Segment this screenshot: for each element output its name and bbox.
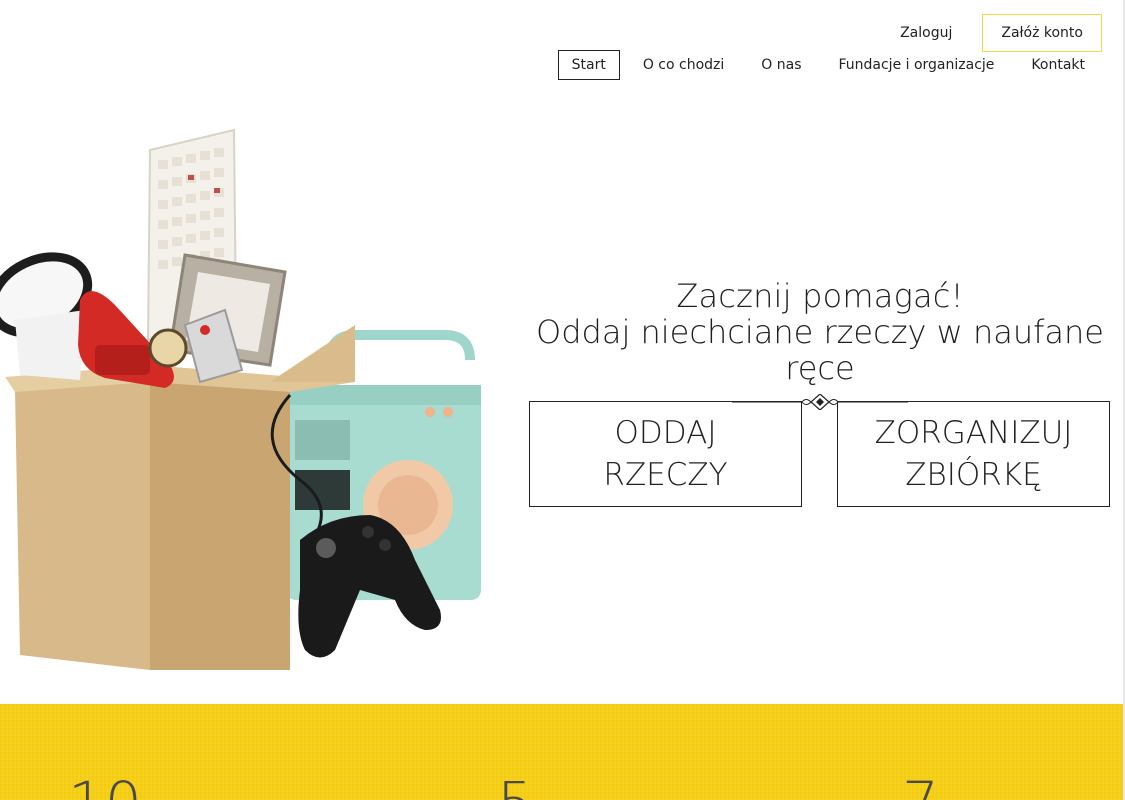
nav-item-contact[interactable]: Kontakt <box>1017 50 1099 80</box>
stat-value-3: 7 <box>902 774 939 800</box>
organize-collection-label: ZORGANIZUJ ZBIÓRKĘ <box>874 415 1073 493</box>
stat-value-2: 5 <box>497 774 534 800</box>
nav-item-about-us[interactable]: O nas <box>747 50 815 80</box>
main-nav: Start O co chodzi O nas Fundacje i organ… <box>549 50 1099 80</box>
register-button[interactable]: Załóż konto <box>982 14 1102 52</box>
give-items-label: ODDAJ RZECZY <box>603 415 728 493</box>
stat-value-1: 10 <box>68 774 142 800</box>
clock-icon <box>148 328 188 368</box>
hero-image <box>0 120 485 702</box>
give-items-button[interactable]: ODDAJ RZECZY <box>529 401 802 507</box>
nav-item-foundations[interactable]: Fundacje i organizacje <box>824 50 1008 80</box>
organize-collection-button[interactable]: ZORGANIZUJ ZBIÓRKĘ <box>837 401 1110 507</box>
hero-subtitle: Oddaj niechciane rzeczy w naufane ręce <box>536 313 1104 387</box>
hero-title: Zacznij pomagać! <box>676 277 964 315</box>
nav-item-about-idea[interactable]: O co chodzi <box>629 50 738 80</box>
cta-buttons: ODDAJ RZECZY ZORGANIZUJ ZBIÓRKĘ <box>529 401 1110 507</box>
donation-box-illustration <box>0 128 481 670</box>
login-link[interactable]: Zaloguj <box>900 14 982 52</box>
hero-heading: Zacznij pomagać! Oddaj niechciane rzeczy… <box>515 278 1125 410</box>
auth-links: Zaloguj Załóż konto <box>900 14 1102 52</box>
nav-item-start[interactable]: Start <box>557 50 620 80</box>
stats-band: 10 5 7 <box>0 704 1125 800</box>
